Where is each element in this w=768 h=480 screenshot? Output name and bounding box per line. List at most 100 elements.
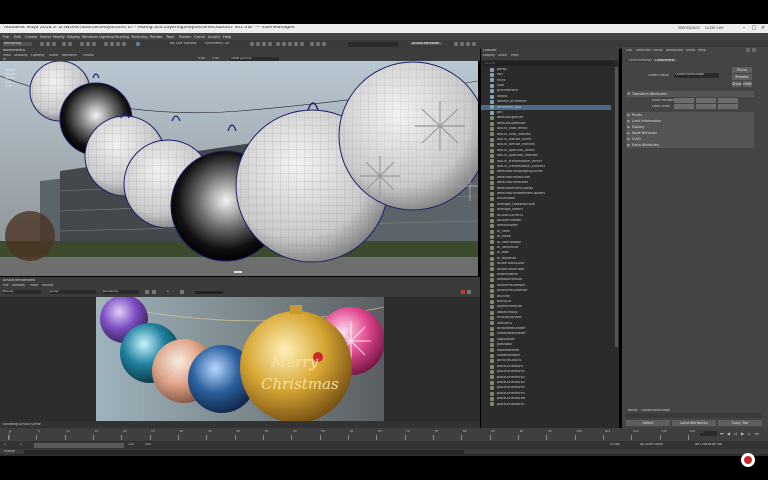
- save-scene-icon[interactable]: [52, 41, 56, 46]
- fps-dropdown[interactable]: 24 fps: [610, 443, 620, 446]
- section-limit-information[interactable]: ▶ Limit Information: [626, 118, 754, 124]
- step-forward-icon[interactable]: ▷: [748, 431, 751, 436]
- step-back-icon[interactable]: ◀: [727, 431, 730, 436]
- outliner-item[interactable]: place2dTexture: [481, 364, 611, 369]
- ae-tab-show[interactable]: Show: [686, 49, 695, 52]
- outliner-item[interactable]: aiAOV_diffuse_direct: [481, 137, 611, 142]
- render-pause-icon[interactable]: [152, 290, 156, 294]
- snap-surface-icon[interactable]: [136, 41, 140, 46]
- snap-point-icon[interactable]: [116, 41, 120, 46]
- outliner-item[interactable]: glassBall: [481, 342, 611, 347]
- section-node-behavior[interactable]: ▶ Node Behavior: [626, 130, 754, 136]
- menu-display[interactable]: Display: [67, 35, 80, 39]
- command-input[interactable]: [24, 449, 464, 454]
- outliner-item[interactable]: ai_rampRGB: [481, 245, 611, 250]
- menu-windows[interactable]: Windows: [82, 35, 98, 39]
- command-language[interactable]: Python: [4, 450, 15, 453]
- outliner-item[interactable]: persp: [481, 67, 611, 72]
- select-component-icon[interactable]: [92, 41, 96, 46]
- notes-field[interactable]: [626, 413, 762, 418]
- go-start-icon[interactable]: ⏮: [720, 431, 724, 436]
- outliner-menu-help[interactable]: Help: [511, 54, 519, 57]
- outliner-menu-display[interactable]: Display: [483, 54, 495, 57]
- outliner-item[interactable]: place2dTexture6: [481, 396, 611, 401]
- show-button[interactable]: Show: [732, 81, 742, 87]
- node-tab-ocean-settings[interactable]: OceanSettings: [626, 59, 655, 63]
- range-start[interactable]: 1: [4, 443, 6, 446]
- snap-grid-icon[interactable]: [104, 41, 108, 46]
- copy-tab-button[interactable]: Copy Tab: [718, 420, 762, 426]
- snap-curve-icon[interactable]: [110, 41, 114, 46]
- modeling-toolkit-icon[interactable]: [288, 41, 292, 46]
- outliner-item[interactable]: aiMixShader: [481, 224, 611, 229]
- outliner-item[interactable]: aiColorCorrect1: [481, 213, 611, 218]
- menu-stereo[interactable]: Stereo: [179, 35, 191, 39]
- outliner-item[interactable]: aiWireframe: [481, 272, 611, 277]
- outliner-item[interactable]: aiUserDataFloat: [481, 267, 611, 272]
- section-transform[interactable]: ▼ Transform Attributes: [626, 91, 754, 97]
- rv-menu-file[interactable]: File: [3, 284, 9, 287]
- vp-menu-lighting[interactable]: Lighting: [31, 54, 44, 57]
- outliner-item[interactable]: defaultLightSet: [481, 116, 611, 121]
- render-start-icon[interactable]: [145, 290, 149, 294]
- ae-tab-list[interactable]: List: [626, 49, 632, 52]
- play-back-icon[interactable]: ◁: [734, 431, 737, 436]
- node-tab-ocean-plane[interactable]: OceanPlane: [653, 59, 677, 63]
- local-scale-x[interactable]: [674, 104, 694, 109]
- xgen-icon[interactable]: [300, 41, 304, 46]
- playback-start[interactable]: 1: [20, 443, 22, 446]
- outliner-item[interactable]: aiMotionVector: [481, 278, 611, 283]
- outliner-item[interactable]: place2dTexture3: [481, 380, 611, 385]
- hide-button[interactable]: Hide: [743, 81, 752, 87]
- ipr-render-icon[interactable]: [256, 41, 260, 46]
- outliner-item[interactable]: place2dTexture1: [481, 369, 611, 374]
- character-controls-icon[interactable]: [294, 41, 298, 46]
- outliner-item[interactable]: aiLayerShader: [481, 218, 611, 223]
- ae-close-icon[interactable]: [752, 48, 756, 52]
- rv-menu-view[interactable]: View: [30, 284, 38, 287]
- outliner-item[interactable]: multiplyDivide: [481, 315, 611, 320]
- menu-edit[interactable]: Edit: [14, 35, 21, 39]
- select-object-icon[interactable]: [86, 41, 90, 46]
- anim-layer-dropdown[interactable]: No Anim Layer: [640, 443, 663, 446]
- stop-render-icon[interactable]: [461, 290, 465, 294]
- node-name-field[interactable]: OceanPlaneShape: [674, 73, 719, 78]
- light-editor-icon[interactable]: [282, 41, 286, 46]
- outliner-item[interactable]: defaultArnoldDisplayDriver: [481, 170, 611, 175]
- arnold-settings-icon[interactable]: [322, 41, 326, 46]
- ae-tab-help[interactable]: Help: [698, 49, 706, 52]
- exposure-slider[interactable]: [195, 290, 223, 294]
- local-position-y[interactable]: [696, 98, 716, 103]
- menu-select[interactable]: Select: [40, 35, 51, 39]
- menu-create[interactable]: Create: [25, 35, 37, 39]
- vp-menu-view[interactable]: View: [3, 54, 11, 57]
- open-scene-icon[interactable]: [46, 41, 50, 46]
- outliner-item[interactable]: aiAOV_diffuse_indirect: [481, 143, 611, 148]
- outliner-item[interactable]: aiImage_rosesMultiple: [481, 202, 611, 207]
- camera-dropdown[interactable]: Beauty: [3, 290, 41, 294]
- menu-arnold[interactable]: Arnold: [208, 35, 220, 39]
- redo-icon[interactable]: [68, 41, 72, 46]
- current-time-marker[interactable]: [9, 431, 10, 440]
- outliner-scrollbar[interactable]: [615, 67, 618, 347]
- local-position-x[interactable]: [674, 98, 694, 103]
- render-view-area[interactable]: Merry Christmas: [0, 297, 480, 421]
- load-attributes-button[interactable]: Load Attributes: [672, 420, 716, 426]
- outliner-item[interactable]: defaultRenderQuality: [481, 186, 611, 191]
- vp-menu-show[interactable]: Show: [49, 54, 58, 57]
- range-bar[interactable]: [34, 442, 124, 448]
- outliner-item[interactable]: defaultArnoldDriver: [481, 175, 611, 180]
- playback-end[interactable]: 120: [128, 443, 134, 446]
- outliner-item[interactable]: side: [481, 83, 611, 88]
- select-hierarchy-icon[interactable]: [80, 41, 84, 46]
- camera-icon[interactable]: [3, 57, 6, 60]
- outliner-item[interactable]: aiStandard: [481, 197, 611, 202]
- render-settings-icon[interactable]: [262, 41, 266, 46]
- outliner-menu-show[interactable]: Show: [498, 54, 507, 57]
- rv-menu-window[interactable]: Window: [12, 284, 25, 287]
- render-mode-dropdown[interactable]: Rendering: [103, 290, 139, 294]
- outliner-item[interactable]: aiVolumeSample: [481, 283, 611, 288]
- menu-texturing[interactable]: Texturing: [131, 35, 148, 39]
- undo-icon[interactable]: [62, 41, 66, 46]
- menu-modify[interactable]: Modify: [53, 35, 65, 39]
